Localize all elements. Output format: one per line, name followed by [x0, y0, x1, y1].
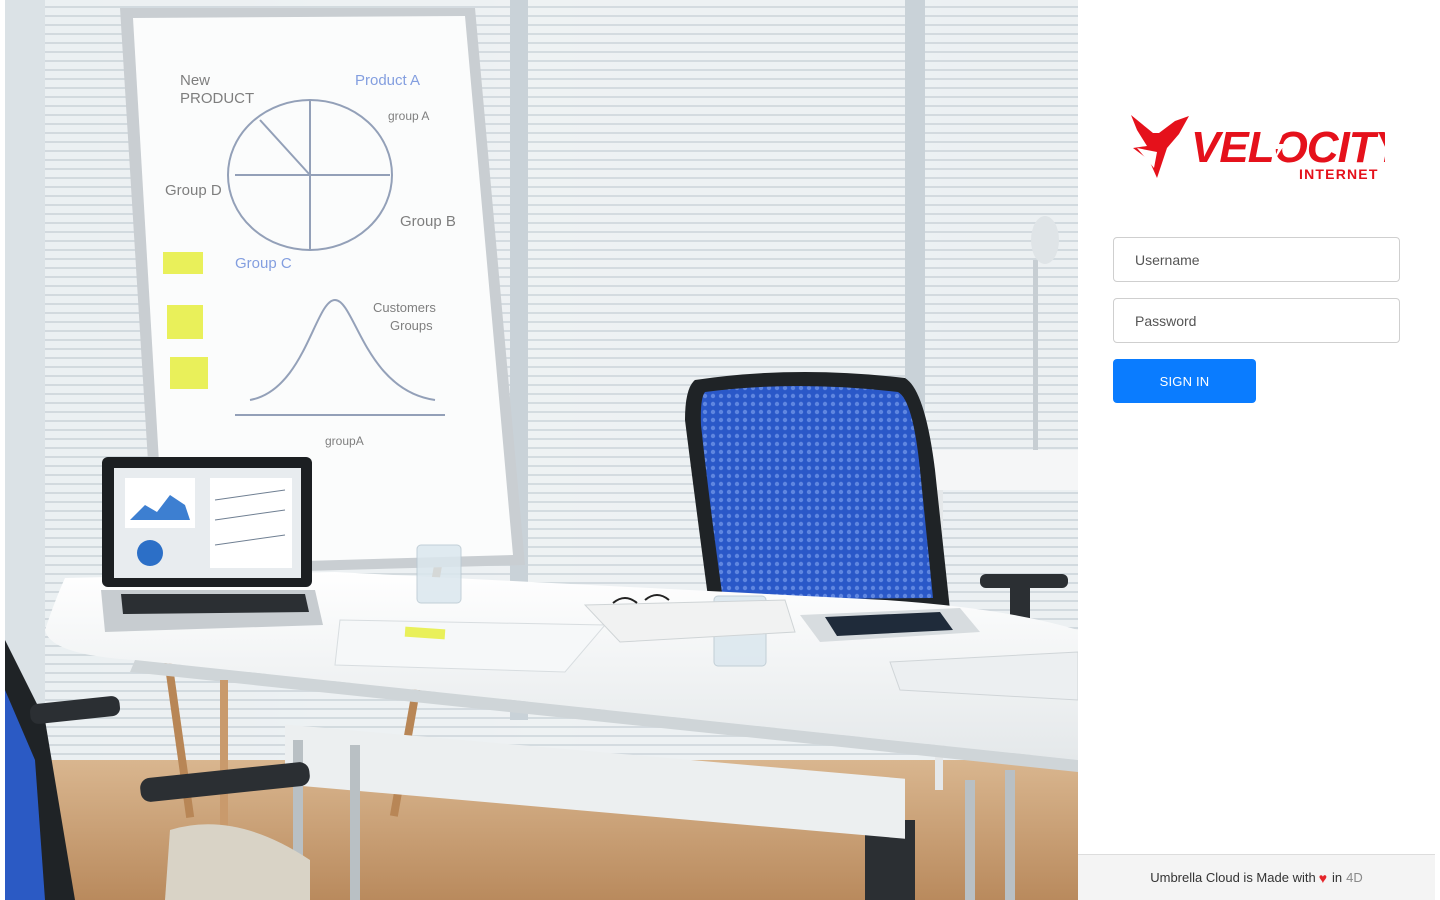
- svg-text:Group D: Group D: [165, 182, 222, 199]
- heart-icon: ♥: [1318, 869, 1327, 886]
- office-scene-illustration: New PRODUCT Product A group A Group D Gr…: [5, 0, 1078, 900]
- login-panel: VELOCITY INTERNET SIGN IN Umbrella Cloud…: [1078, 0, 1435, 900]
- svg-text:Product A: Product A: [355, 72, 420, 89]
- logo-wordmark: VELOCITY: [1191, 123, 1385, 172]
- velocity-internet-logo: VELOCITY INTERNET: [1129, 112, 1409, 184]
- svg-text:Group C: Group C: [235, 255, 292, 272]
- logo-subtitle: INTERNET: [1299, 166, 1379, 182]
- svg-text:groupA: groupA: [325, 434, 364, 448]
- svg-text:New: New: [180, 72, 210, 89]
- svg-text:Group B: Group B: [400, 213, 456, 230]
- svg-text:Customers: Customers: [373, 300, 436, 315]
- background-office-photo: New PRODUCT Product A group A Group D Gr…: [5, 0, 1078, 900]
- username-input[interactable]: [1113, 237, 1400, 282]
- login-page: New PRODUCT Product A group A Group D Gr…: [0, 0, 1440, 900]
- svg-text:group A: group A: [388, 109, 429, 123]
- right-edge-strip: [1435, 0, 1440, 900]
- footer-4d-link[interactable]: 4D: [1346, 870, 1363, 885]
- velocity-logo-mark: VELOCITY INTERNET: [1131, 115, 1409, 182]
- sign-in-button[interactable]: SIGN IN: [1113, 359, 1256, 403]
- footer-made-with-text: Umbrella Cloud is Made with: [1150, 870, 1316, 885]
- footer: Umbrella Cloud is Made with ♥ in 4D: [1078, 854, 1435, 900]
- password-input[interactable]: [1113, 298, 1400, 343]
- svg-text:Groups: Groups: [390, 318, 433, 333]
- footer-in-text: in: [1332, 870, 1343, 885]
- svg-text:PRODUCT: PRODUCT: [180, 90, 254, 107]
